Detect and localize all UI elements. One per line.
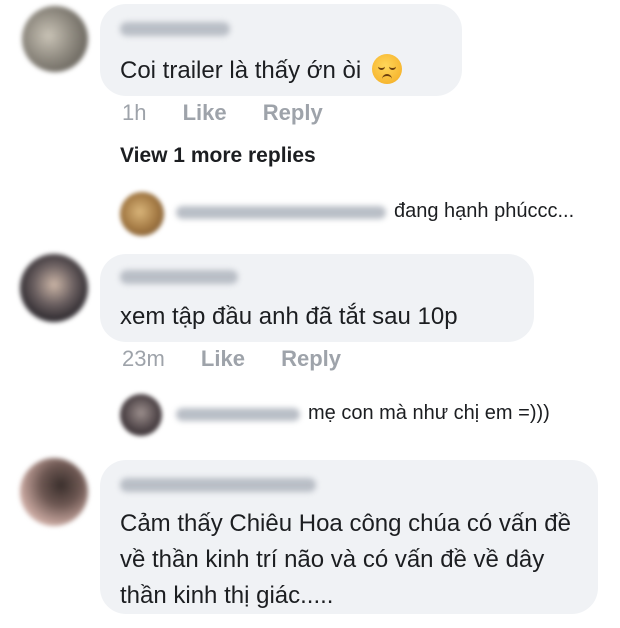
- view-more-replies-link[interactable]: View 1 more replies: [120, 144, 316, 168]
- comment-timestamp: 23m: [122, 346, 165, 371]
- disappointed-face-icon: [371, 54, 402, 84]
- like-button[interactable]: Like: [183, 100, 227, 125]
- reply-name-blurred[interactable]: [176, 206, 386, 219]
- like-button[interactable]: Like: [201, 346, 245, 371]
- commenter-avatar[interactable]: [20, 458, 88, 526]
- reply-preview-text[interactable]: mẹ con mà như chị em =))): [308, 402, 550, 425]
- commenter-name-blurred[interactable]: [120, 478, 316, 492]
- comment-text: xem tập đầu anh đã tắt sau 10p: [120, 303, 458, 330]
- commenter-name-blurred[interactable]: [120, 22, 230, 36]
- reply-preview-text[interactable]: đang hạnh phúccc...: [394, 200, 574, 223]
- reply-button[interactable]: Reply: [281, 346, 341, 371]
- comment-timestamp: 1h: [122, 100, 147, 125]
- comment-actions: 1h Like Reply: [122, 100, 353, 126]
- reply-name-blurred[interactable]: [176, 408, 300, 421]
- commenter-avatar[interactable]: [20, 254, 88, 322]
- commenter-name-blurred[interactable]: [120, 270, 238, 284]
- comment-actions: 23m Like Reply: [122, 346, 371, 372]
- reply-avatar[interactable]: [120, 394, 162, 436]
- comment-text: Coi trailer là thấy ớn òi: [120, 54, 402, 88]
- comment-text: Cảm thấy Chiêu Hoa công chúa có vấn đề v…: [120, 510, 571, 609]
- commenter-avatar[interactable]: [22, 6, 88, 72]
- reply-avatar[interactable]: [120, 192, 164, 236]
- reply-button[interactable]: Reply: [263, 100, 323, 125]
- comment-text-content: Coi trailer là thấy ớn òi: [120, 57, 362, 84]
